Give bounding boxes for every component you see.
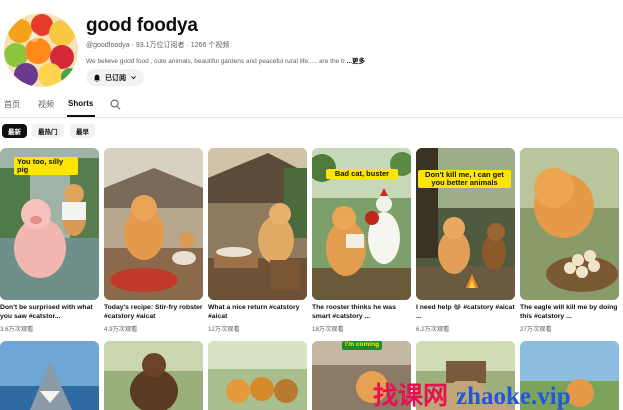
channel-description-text: We believe good food , cute animals, bea…	[86, 58, 345, 65]
subscribed-label: 已订阅	[105, 74, 126, 82]
video-caption: Bad cat, buster	[326, 169, 398, 179]
chip-latest[interactable]: 最新	[2, 124, 27, 138]
video-caption: You too, silly pig	[14, 157, 78, 175]
video-caption: Don't kill me, I can get you better anim…	[418, 170, 511, 188]
search-icon[interactable]	[110, 99, 121, 110]
shorts-card[interactable]: Today's recipe: Stir-fry robster #catsto…	[104, 148, 203, 333]
watermark-text: 找课网 zhaoke.vip	[373, 376, 571, 410]
shorts-card-thumbnail[interactable]	[0, 341, 99, 410]
video-title[interactable]: The eagle will kill me by doing this #ca…	[520, 304, 619, 322]
shorts-card-thumbnail[interactable]	[104, 341, 203, 410]
shorts-card[interactable]: Don't kill me, I can get you better anim…	[416, 148, 515, 333]
channel-name: good foodya	[86, 15, 198, 36]
chip-popular[interactable]: 最热门	[32, 124, 64, 138]
view-count: 3.6万次观看	[0, 326, 34, 333]
video-title[interactable]: Today's recipe: Stir-fry robster #catsto…	[104, 304, 203, 322]
more-link[interactable]: ...更多	[347, 58, 365, 65]
shorts-card[interactable]: Bad cat, buster The rooster thinks he wa…	[312, 148, 411, 333]
video-thumbnail[interactable]	[208, 148, 307, 300]
watermark-chinese: 找课网	[373, 381, 449, 410]
video-title[interactable]: The rooster thinks he was smart #catstor…	[312, 304, 411, 322]
view-count: 4.9万次观看	[104, 326, 138, 333]
shorts-card-thumbnail[interactable]	[208, 341, 307, 410]
channel-tabs: 首页 视频 Shorts	[0, 94, 623, 118]
bell-icon	[94, 74, 100, 82]
view-count: 27万次观看	[520, 326, 552, 333]
video-thumbnail[interactable]	[520, 148, 619, 300]
channel-description[interactable]: We believe good food , cute animals, bea…	[86, 55, 365, 65]
video-thumbnail[interactable]: Don't kill me, I can get you better anim…	[416, 148, 515, 300]
chevron-down-icon	[131, 76, 136, 80]
video-title[interactable]: Don't be surprised with what you saw #ca…	[0, 304, 99, 322]
video-title[interactable]: What a nice return #catstory #aicat	[208, 304, 307, 322]
tab-videos[interactable]: 视频	[38, 99, 54, 110]
view-count: 6.2万次观看	[416, 326, 450, 333]
channel-meta: @goodfoodya · 93.1万位订阅者 · 1266 个视频	[86, 42, 230, 49]
view-count: 12万次观看	[208, 326, 240, 333]
watermark-url: zhaoke.vip	[456, 383, 571, 410]
view-count: 18万次观看	[312, 326, 344, 333]
shorts-card[interactable]: What a nice return #catstory #aicat 12万次…	[208, 148, 307, 333]
video-thumbnail[interactable]: Bad cat, buster	[312, 148, 411, 300]
channel-avatar[interactable]	[4, 13, 78, 87]
tab-shorts[interactable]: Shorts	[68, 99, 93, 108]
video-title[interactable]: I need help 😂 #catstory #aicat ...	[416, 304, 515, 322]
video-thumbnail[interactable]	[104, 148, 203, 300]
active-tab-indicator	[67, 115, 95, 117]
video-caption: I'm coming	[342, 341, 383, 350]
fruit-bowl-image	[4, 13, 78, 87]
shorts-card[interactable]: You too, silly pig Don't be surprised wi…	[0, 148, 99, 333]
video-thumbnail[interactable]: You too, silly pig	[0, 148, 99, 300]
subscribed-button[interactable]: 已订阅	[86, 69, 144, 86]
tab-home[interactable]: 首页	[4, 99, 20, 110]
chip-oldest[interactable]: 最早	[70, 124, 95, 138]
shorts-card[interactable]: The eagle will kill me by doing this #ca…	[520, 148, 619, 333]
